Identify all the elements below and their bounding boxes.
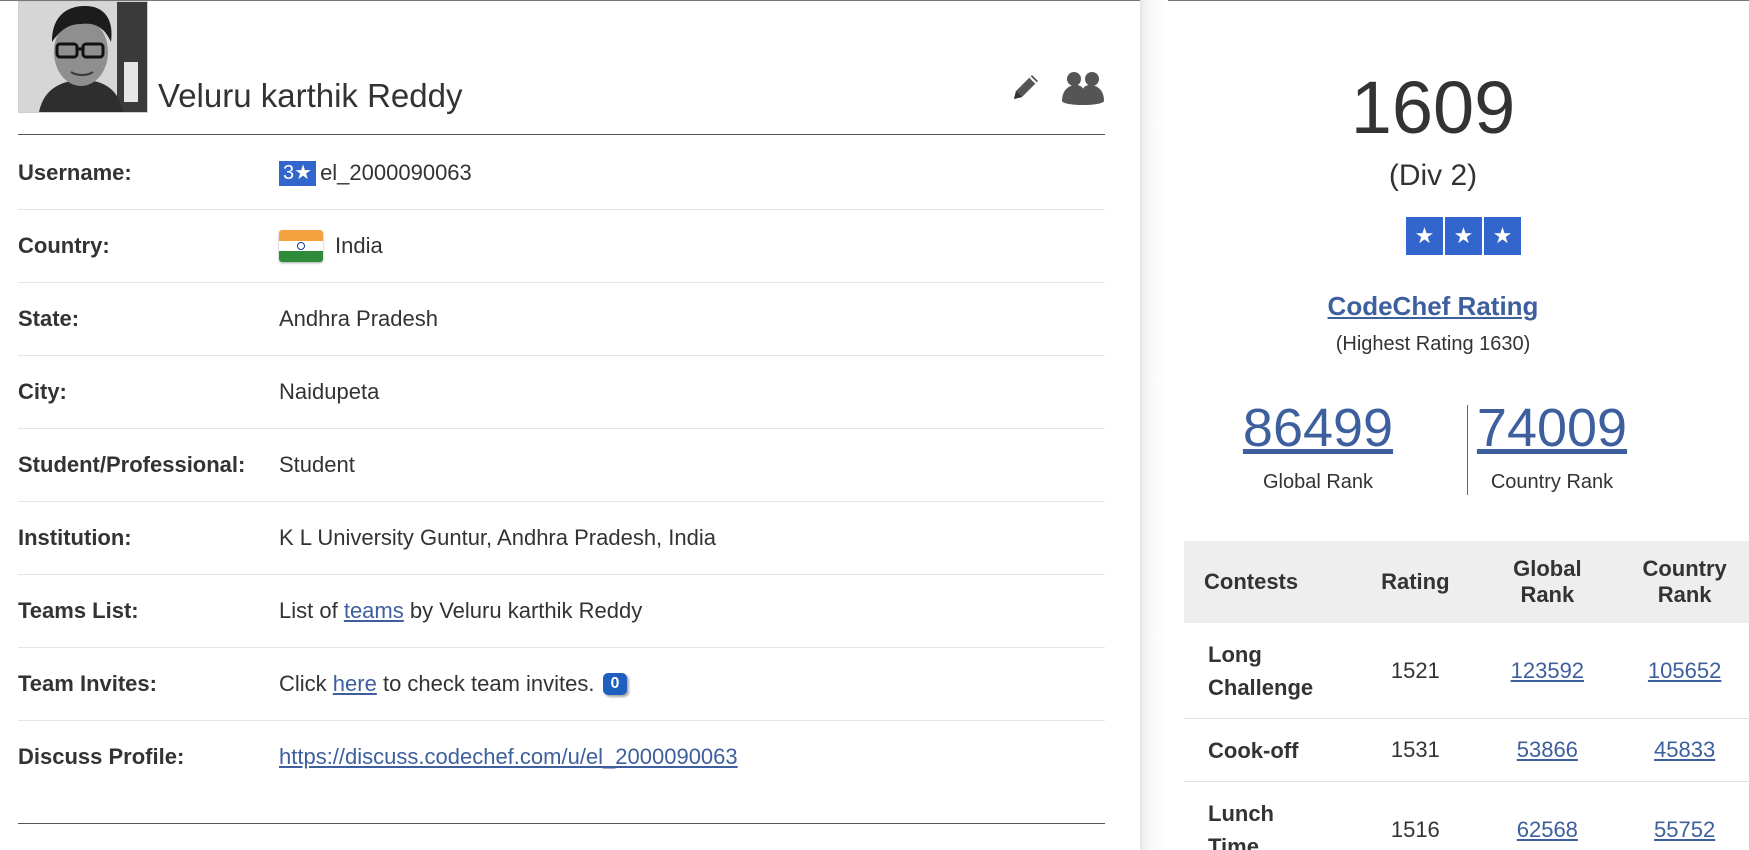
- contest-name: Long Challenge: [1184, 623, 1357, 719]
- table-row: Cook-off 1531 53866 45833: [1184, 718, 1749, 782]
- star-rating-badge: 3★: [279, 160, 317, 186]
- rating-value: 1609: [1350, 66, 1516, 149]
- contest-country-rank: 45833: [1620, 718, 1749, 782]
- city-label: City:: [18, 379, 67, 404]
- table-row: Long Challenge 1521 123592 105652: [1184, 623, 1749, 719]
- contest-country-rank: 55752: [1620, 782, 1749, 850]
- contest-global-rank: 123592: [1474, 623, 1621, 719]
- avatar[interactable]: [18, 1, 148, 113]
- country-rank-block: 74009 Country Rank: [1432, 397, 1672, 494]
- star-icon: ★: [1445, 217, 1482, 255]
- discuss-profile-link[interactable]: https://discuss.codechef.com/u/el_200009…: [279, 744, 738, 770]
- country-value-wrap: India: [279, 230, 383, 262]
- username-value: el_2000090063: [320, 160, 472, 185]
- contest-name: Lunch Time: [1208, 800, 1274, 850]
- profile-page: Veluru karthik Reddy Username: 3★ el_200…: [0, 0, 1749, 850]
- rating-stars: ★ ★ ★: [1406, 217, 1521, 255]
- city-value: Naidupeta: [279, 379, 380, 404]
- global-rank-header: Global Rank: [1474, 541, 1621, 623]
- teams-list-row: Teams List: List of teams by Veluru kart…: [18, 575, 1105, 648]
- contest-country-rank-link[interactable]: 55752: [1654, 817, 1715, 842]
- star-icon: ★: [1484, 217, 1521, 255]
- country-rank-header: Country Rank: [1620, 541, 1749, 623]
- contests-header: Contests: [1184, 541, 1357, 623]
- team-invites-prefix: Click: [279, 671, 327, 696]
- teams-list-prefix: List of: [279, 598, 338, 623]
- teams-icon[interactable]: [1062, 69, 1104, 105]
- pencil-icon[interactable]: [1010, 71, 1042, 103]
- state-row: State: Andhra Pradesh: [18, 283, 1105, 356]
- state-label: State:: [18, 306, 80, 331]
- contest-global-rank-link[interactable]: 53866: [1517, 737, 1578, 762]
- country-rank-label: Country Rank: [1490, 471, 1614, 493]
- global-rank-label: Global Rank: [1262, 471, 1374, 493]
- discuss-profile-label: Discuss Profile:: [18, 744, 185, 769]
- highest-rating: (Highest Rating 1630): [1335, 333, 1531, 355]
- contest-global-rank-link[interactable]: 62568: [1517, 817, 1578, 842]
- panel-separator: [1140, 0, 1168, 850]
- contest-name: Cook-off: [1184, 718, 1357, 782]
- star-icon: ★: [1406, 217, 1443, 255]
- global-rank-link[interactable]: 86499: [1243, 398, 1393, 458]
- student-professional-value: Student: [279, 452, 355, 477]
- contest-country-rank-link[interactable]: 45833: [1654, 737, 1715, 762]
- rating-title: CodeChef Rating: [1168, 291, 1698, 322]
- bottom-divider: [18, 823, 1105, 824]
- country-row: Country: India: [18, 210, 1105, 283]
- team-invites-link[interactable]: here: [333, 671, 377, 697]
- invite-count-badge[interactable]: 0: [602, 673, 628, 695]
- institution-row: Institution: K L University Guntur, Andh…: [18, 502, 1105, 575]
- user-details-list: Username: 3★ el_2000090063 Country: Indi…: [18, 137, 1105, 793]
- country-rank-link[interactable]: 74009: [1477, 398, 1627, 458]
- user-details-panel: Veluru karthik Reddy Username: 3★ el_200…: [0, 1, 1140, 850]
- institution-value: K L University Guntur, Andhra Pradesh, I…: [279, 525, 716, 550]
- username-row: Username: 3★ el_2000090063: [18, 137, 1105, 210]
- student-professional-label: Student/Professional:: [18, 452, 246, 477]
- codechef-rating-link[interactable]: CodeChef Rating: [1328, 291, 1539, 321]
- contest-global-rank: 53866: [1474, 718, 1621, 782]
- table-row: Lunch Time 1516 62568 55752: [1184, 782, 1749, 850]
- contest-rating: 1521: [1356, 623, 1475, 719]
- teams-link[interactable]: teams: [344, 598, 404, 624]
- country-label: Country:: [18, 233, 110, 258]
- contest-country-rank: 105652: [1620, 623, 1749, 719]
- country-value: India: [335, 233, 383, 258]
- teams-list-value: List of teams by Veluru karthik Reddy: [279, 598, 642, 624]
- global-rank-block: 86499 Global Rank: [1198, 397, 1438, 494]
- team-invites-suffix: to check team invites.: [382, 671, 595, 696]
- teams-list-suffix: by Veluru karthik Reddy: [409, 598, 643, 623]
- student-professional-row: Student/Professional: Student: [18, 429, 1105, 502]
- team-invites-row: Team Invites: Click here to check team i…: [18, 648, 1105, 721]
- contest-rating: 1516: [1390, 816, 1440, 842]
- discuss-profile-row: Discuss Profile: https://discuss.codeche…: [18, 721, 1105, 793]
- profile-name: Veluru karthik Reddy: [158, 77, 463, 114]
- city-row: City: Naidupeta: [18, 356, 1105, 429]
- rating-header: Rating: [1356, 541, 1475, 623]
- username-value-wrap: 3★ el_2000090063: [279, 160, 472, 186]
- india-flag-icon: [279, 230, 323, 262]
- rating-panel: 1609 (Div 2) ★ ★ ★ CodeChef Rating (High…: [1168, 1, 1749, 850]
- contest-global-rank: 62568: [1474, 782, 1620, 850]
- contest-country-rank-link[interactable]: 105652: [1648, 658, 1721, 683]
- contest-rating: 1531: [1356, 718, 1475, 782]
- discuss-profile-value: https://discuss.codechef.com/u/el_200009…: [279, 744, 738, 770]
- username-label: Username:: [18, 160, 132, 185]
- state-value: Andhra Pradesh: [279, 306, 438, 331]
- contest-global-rank-link[interactable]: 123592: [1511, 658, 1584, 683]
- table-header-row: Contests Rating Global Rank Country Rank: [1184, 541, 1749, 623]
- institution-label: Institution:: [18, 525, 132, 550]
- teams-list-label: Teams List:: [18, 598, 139, 623]
- team-invites-value: Click here to check team invites. 0: [279, 671, 628, 697]
- team-invites-label: Team Invites:: [18, 671, 157, 696]
- header-divider: [18, 134, 1105, 135]
- contests-table: Contests Rating Global Rank Country Rank L…: [1184, 541, 1749, 850]
- rating-division: (Div 2): [1388, 159, 1478, 192]
